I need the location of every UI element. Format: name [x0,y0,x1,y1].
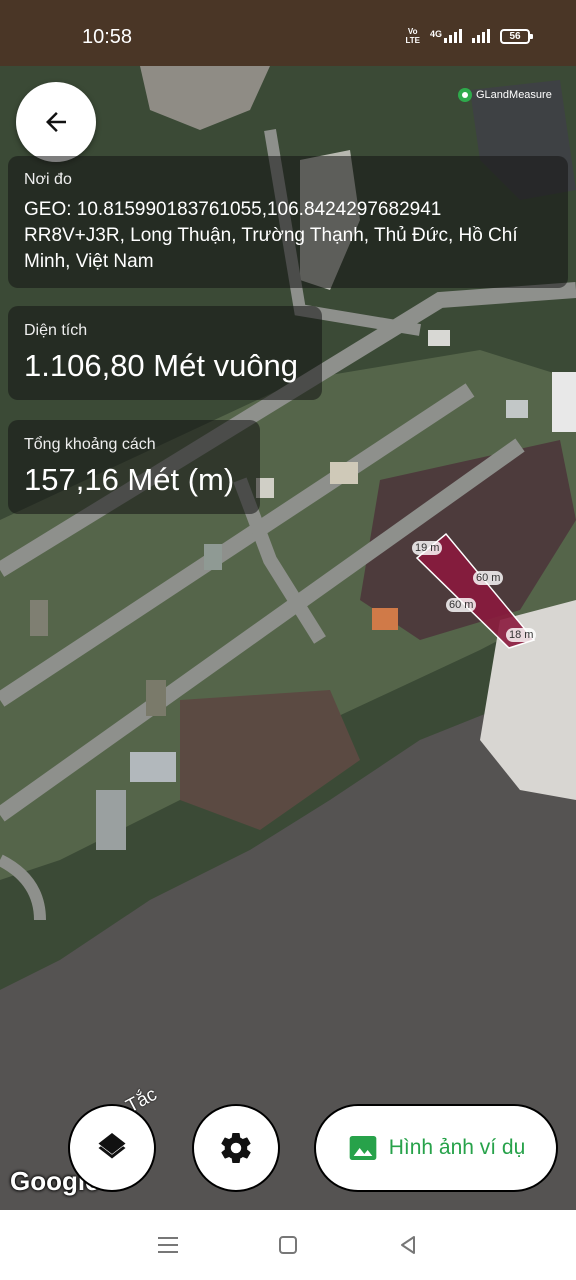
distance-card: Tổng khoảng cách 157,16 Mét (m) [8,420,260,514]
network-signal-icon: 4G [430,29,462,43]
home-button[interactable] [268,1225,308,1265]
status-icons: Vo LTE 4G 56 [405,27,533,45]
system-nav-bar [0,1210,576,1280]
layers-icon [98,1133,126,1159]
volte-bottom: LTE [405,36,420,45]
settings-button[interactable] [192,1104,280,1192]
layers-button[interactable] [68,1104,156,1192]
area-value: 1.106,80 Mét vuông [24,348,299,383]
gland-logo-icon [458,88,472,102]
status-time: 10:58 [82,26,133,48]
example-images-button[interactable]: Hình ảnh ví dụ [314,1104,558,1192]
area-label: Diện tích [24,322,88,339]
image-icon [349,1136,377,1160]
dimension-label: 18 m [506,628,537,642]
triangle-back-icon [401,1236,415,1254]
area-card: Diện tích 1.106,80 Mét vuông [8,306,322,400]
back-nav-button[interactable] [388,1225,428,1265]
dimension-label: 60 m [473,571,504,585]
recent-apps-button[interactable] [148,1225,188,1265]
distance-label: Tổng khoảng cách [24,436,156,453]
arrow-left-icon [46,112,66,132]
example-images-label: Hình ảnh ví dụ [388,1136,526,1159]
distance-value: 157,16 Mét (m) [24,462,235,497]
gear-icon [221,1133,251,1164]
address: RR8V+J3R, Long Thuận, Trường Thạnh, Thủ … [24,225,518,272]
location-label: Nơi đo [24,171,72,188]
signal-icon [472,29,490,43]
volte-icon: Vo LTE [405,27,420,45]
dimension-label: 19 m [412,541,443,555]
menu-icon [158,1237,178,1253]
app-brand: GLandMeasure [458,88,552,102]
network-type: 4G [429,29,442,39]
volte-top: Vo [407,27,418,36]
battery-level: 56 [509,30,521,42]
battery-icon: 56 [500,28,533,44]
dimension-label: 60 m [446,598,477,612]
square-icon [279,1236,297,1254]
geo-coordinates: GEO: 10.815990183761055,106.842429768294… [24,199,442,220]
location-card: Nơi đo GEO: 10.815990183761055,106.84242… [8,156,568,288]
status-bar: 10:58 Vo LTE 4G 56 [0,0,576,66]
brand-name: GLandMeasure [476,89,552,101]
back-button[interactable] [16,82,96,162]
